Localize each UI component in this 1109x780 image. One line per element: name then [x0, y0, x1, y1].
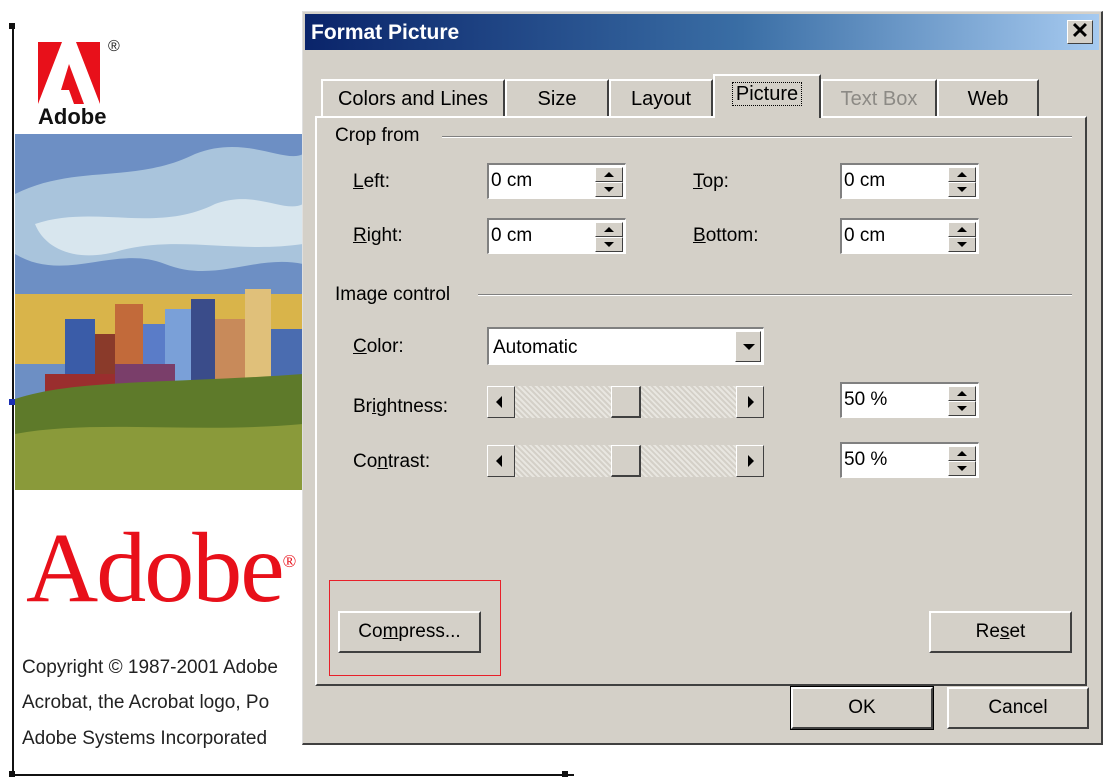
arrow-up-icon [604, 227, 614, 232]
company-line: Adobe Systems Incorporated [22, 728, 268, 749]
compress-highlight-box [329, 580, 501, 676]
arrow-right-icon [748, 396, 754, 408]
crop-right-spin-buttons [595, 222, 623, 252]
ok-button[interactable]: OK [790, 686, 934, 730]
crop-top-input[interactable] [844, 170, 940, 192]
image-control-divider [478, 294, 1072, 296]
spin-down-button[interactable] [948, 401, 976, 416]
tab-picture[interactable]: Picture [713, 74, 821, 118]
crop-left-input[interactable] [491, 170, 587, 192]
brightness-slider[interactable] [487, 386, 764, 418]
spin-down-button[interactable] [948, 182, 976, 197]
crop-group-label: Crop from [335, 125, 428, 147]
crop-bottom-input[interactable] [844, 225, 940, 247]
brightness-increase-button[interactable] [736, 386, 764, 418]
arrow-down-icon [604, 187, 614, 192]
arrow-down-icon [604, 242, 614, 247]
spin-down-button[interactable] [595, 182, 623, 197]
crop-left-spin-buttons [595, 167, 623, 197]
crop-bottom-spinner [840, 218, 979, 254]
crop-top-spinner [840, 163, 979, 199]
dialog-title: Format Picture [311, 21, 460, 44]
close-icon: ✕ [1070, 18, 1090, 43]
tab-layout[interactable]: Layout [609, 79, 713, 117]
cityscape-illustration [15, 134, 303, 490]
arrow-down-icon [957, 466, 967, 471]
spin-down-button[interactable] [595, 237, 623, 252]
contrast-decrease-button[interactable] [487, 445, 515, 477]
tab-text-box[interactable]: Text Box [821, 79, 937, 117]
arrow-up-icon [957, 172, 967, 177]
arrow-up-icon [957, 391, 967, 396]
logo-wordmark: Adobe [38, 104, 107, 129]
crop-top-label: Top: [693, 171, 729, 192]
dialog-titlebar[interactable]: Format Picture ✕ [305, 14, 1099, 50]
spin-up-button[interactable] [948, 446, 976, 461]
adobe-logo-icon [38, 42, 100, 104]
trademark-line: Acrobat, the Acrobat logo, Po [22, 692, 270, 713]
selection-handle[interactable] [9, 23, 15, 29]
crop-bottom-label: Bottom: [693, 225, 759, 246]
arrow-up-icon [957, 451, 967, 456]
contrast-spinner [840, 442, 979, 478]
arrow-left-icon [496, 455, 502, 467]
contrast-label: Contrast: [353, 451, 431, 472]
tab-web[interactable]: Web [937, 79, 1039, 117]
brightness-decrease-button[interactable] [487, 386, 515, 418]
selection-handle[interactable] [562, 771, 568, 777]
copyright-line: Copyright © 1987-2001 Adobe [22, 657, 278, 678]
spin-up-button[interactable] [948, 167, 976, 182]
reset-button[interactable]: Reset [929, 611, 1072, 653]
crop-left-label: Left: [353, 171, 390, 192]
tab-colors-and-lines[interactable]: Colors and Lines [321, 79, 505, 117]
contrast-spin-buttons [948, 446, 976, 476]
spin-up-button[interactable] [948, 386, 976, 401]
crop-bottom-spin-buttons [948, 222, 976, 252]
brightness-spinner [840, 382, 979, 418]
image-control-group-label: Image control [335, 284, 459, 306]
cancel-button[interactable]: Cancel [947, 687, 1089, 729]
brightness-slider-thumb[interactable] [610, 386, 641, 418]
crop-group-divider [442, 136, 1072, 138]
spin-up-button[interactable] [595, 167, 623, 182]
contrast-input[interactable] [844, 449, 940, 471]
arrow-right-icon [748, 455, 754, 467]
tab-size[interactable]: Size [505, 79, 609, 117]
close-button[interactable]: ✕ [1067, 20, 1093, 44]
arrow-down-icon [957, 187, 967, 192]
color-label: Color: [353, 336, 404, 357]
contrast-slider-thumb[interactable] [610, 445, 641, 477]
arrow-up-icon [957, 227, 967, 232]
brightness-spin-buttons [948, 386, 976, 416]
chevron-down-icon [743, 344, 755, 350]
registered-mark: ® [108, 38, 120, 55]
contrast-increase-button[interactable] [736, 445, 764, 477]
color-dropdown-button[interactable] [735, 331, 761, 362]
contrast-slider[interactable] [487, 445, 764, 477]
spin-up-button[interactable] [595, 222, 623, 237]
color-dropdown[interactable]: Automatic [487, 327, 764, 365]
spin-down-button[interactable] [948, 237, 976, 252]
crop-right-label: Right: [353, 225, 403, 246]
arrow-down-icon [957, 242, 967, 247]
arrow-down-icon [957, 406, 967, 411]
spin-down-button[interactable] [948, 461, 976, 476]
spin-up-button[interactable] [948, 222, 976, 237]
crop-top-spin-buttons [948, 167, 976, 197]
adobe-large-wordmark: Adobe® [26, 512, 296, 623]
arrow-up-icon [604, 172, 614, 177]
arrow-left-icon [496, 396, 502, 408]
brightness-input[interactable] [844, 389, 940, 411]
crop-right-input[interactable] [491, 225, 587, 247]
selection-handle[interactable] [9, 771, 15, 777]
brightness-label: Brightness: [353, 396, 449, 417]
color-dropdown-value: Automatic [493, 337, 578, 358]
crop-left-spinner [487, 163, 626, 199]
crop-right-spinner [487, 218, 626, 254]
